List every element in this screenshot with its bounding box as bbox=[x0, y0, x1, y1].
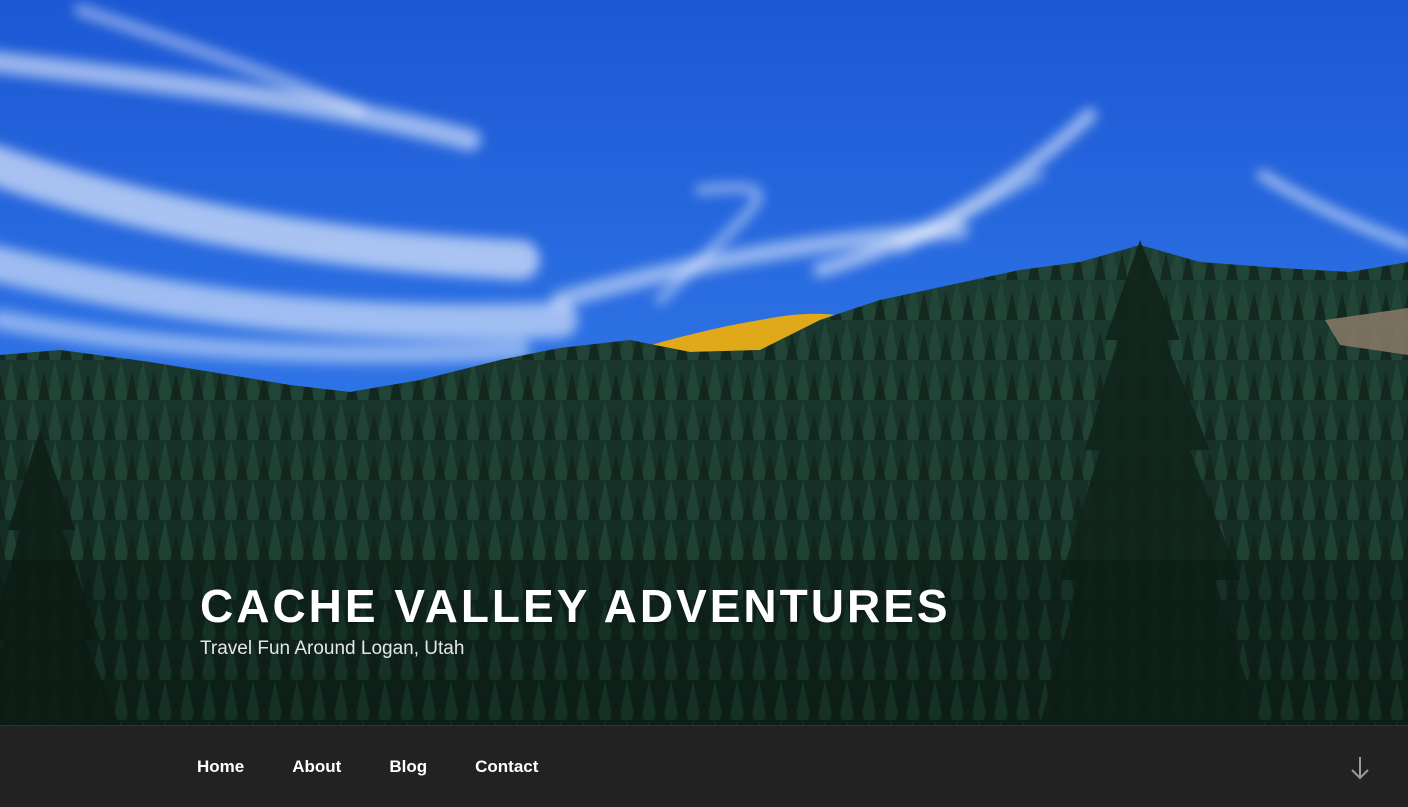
main-navigation: Home About Blog Contact bbox=[0, 725, 1408, 807]
site-title[interactable]: CACHE VALLEY ADVENTURES bbox=[200, 580, 951, 632]
header-image: CACHE VALLEY ADVENTURES Travel Fun Aroun… bbox=[0, 0, 1408, 725]
nav-item-blog: Blog bbox=[389, 757, 427, 777]
site-branding: CACHE VALLEY ADVENTURES Travel Fun Aroun… bbox=[200, 580, 951, 660]
nav-item-home: Home bbox=[197, 757, 244, 777]
nav-link-home[interactable]: Home bbox=[197, 757, 244, 776]
nav-item-about: About bbox=[292, 757, 341, 777]
nav-link-about[interactable]: About bbox=[292, 757, 341, 776]
nav-link-contact[interactable]: Contact bbox=[475, 757, 538, 776]
site-tagline: Travel Fun Around Logan, Utah bbox=[200, 638, 465, 659]
nav-link-blog[interactable]: Blog bbox=[389, 757, 427, 776]
nav-item-contact: Contact bbox=[475, 757, 538, 777]
scroll-down-button[interactable] bbox=[1348, 755, 1372, 781]
site-header: CACHE VALLEY ADVENTURES Travel Fun Aroun… bbox=[0, 0, 1408, 807]
arrow-down-icon bbox=[1351, 757, 1369, 780]
nav-menu: Home About Blog Contact bbox=[197, 726, 586, 807]
